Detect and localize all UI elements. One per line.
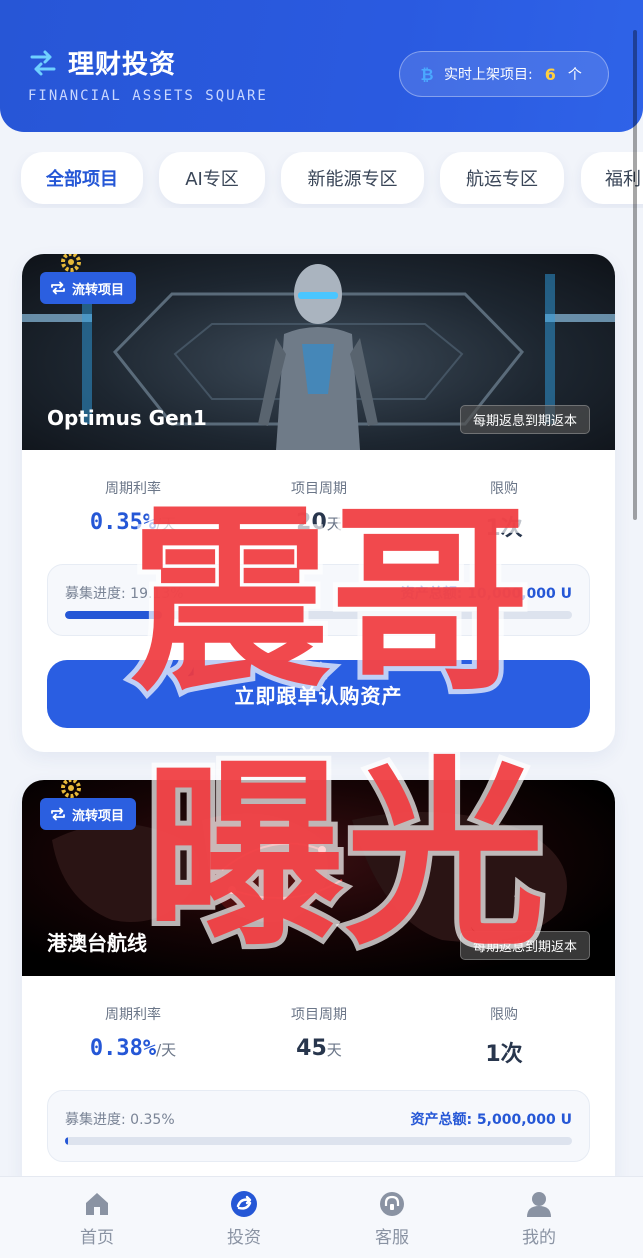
asset-total: 资产总额: 5,000,000 U xyxy=(410,1112,572,1128)
progress-label: 募集进度: 19.13% xyxy=(65,586,184,602)
asset-total: 资产总额: 10,000,000 U xyxy=(400,586,572,602)
user-icon xyxy=(527,1192,551,1217)
limit-stat: 限购 1次 xyxy=(405,478,603,542)
live-projects-count: 6 xyxy=(544,64,556,84)
progress-fill xyxy=(65,1137,69,1145)
nav-home[interactable]: 首页 xyxy=(37,1189,157,1248)
circulation-badge-label: 流转项目 xyxy=(72,282,125,298)
project-stats: 周期利率 0.38%/天 项目周期 45天 限购 1次 xyxy=(22,1004,615,1074)
limit-value: 1次 xyxy=(485,1042,523,1067)
period-stat: 项目周期 45天 xyxy=(220,1004,418,1061)
project-card[interactable]: 流转项目 Optimus Gen1 每期返息到期返本 周期利率 0.35%/天 … xyxy=(22,254,615,752)
brand: 理财投资 xyxy=(28,44,176,81)
rate-unit: /天 xyxy=(156,515,177,533)
project-stats: 周期利率 0.35%/天 项目周期 20天 限购 1次 xyxy=(22,478,615,548)
rate-label: 周期利率 xyxy=(105,481,161,497)
app-subtitle: FINANCIAL ASSETS SQUARE xyxy=(28,88,268,104)
rate-value: 0.35% xyxy=(89,510,157,535)
period-value: 20 xyxy=(296,510,327,535)
svg-text:₿: ₿ xyxy=(420,65,433,83)
rate-stat: 周期利率 0.38%/天 xyxy=(34,1004,232,1061)
period-value-row: 45天 xyxy=(220,1036,418,1061)
support-icon xyxy=(380,1192,404,1216)
limit-stat: 限购 1次 xyxy=(405,1004,603,1068)
tab-shipping-zone[interactable]: 航运专区 xyxy=(440,152,564,204)
rate-stat: 周期利率 0.35%/天 xyxy=(34,478,232,535)
circulation-badge-label: 流转项目 xyxy=(72,808,125,824)
rate-unit: /天 xyxy=(156,1041,177,1059)
tab-ai-zone[interactable]: AI专区 xyxy=(159,152,265,204)
project-card[interactable]: 流转项目 港澳台航线 每期返息到期返本 周期利率 0.38%/天 项目周期 45… xyxy=(22,780,615,1200)
live-projects-pill[interactable]: ₿ 实时上架项目: 6 个 xyxy=(399,51,609,97)
rate-value-row: 0.38%/天 xyxy=(34,1036,232,1061)
nav-invest-label: 投资 xyxy=(227,1228,261,1248)
return-type-badge: 每期返息到期返本 xyxy=(459,931,590,960)
swap-arrows-icon xyxy=(30,50,56,75)
period-value-row: 20天 xyxy=(220,510,418,535)
nav-profile[interactable]: 我的 xyxy=(479,1189,599,1248)
rate-value-row: 0.35%/天 xyxy=(34,510,232,535)
return-type-badge: 每期返息到期返本 xyxy=(459,405,590,434)
route-map-image: 流转项目 港澳台航线 每期返息到期返本 xyxy=(22,780,615,976)
limit-value: 1次 xyxy=(485,516,523,541)
period-stat: 项目周期 20天 xyxy=(220,478,418,535)
progress-panel: 募集进度: 19.13% 资产总额: 10,000,000 U xyxy=(47,564,590,636)
progress-panel: 募集进度: 0.35% 资产总额: 5,000,000 U xyxy=(47,1090,590,1162)
invest-icon xyxy=(231,1191,257,1217)
period-unit: 天 xyxy=(326,515,342,533)
limit-label: 限购 xyxy=(490,481,518,497)
subscribe-button[interactable]: 立即跟单认购资产 xyxy=(47,660,590,728)
nav-support-label: 客服 xyxy=(375,1228,409,1248)
page-scrollbar[interactable] xyxy=(633,30,637,520)
nav-support[interactable]: 客服 xyxy=(332,1189,452,1248)
period-unit: 天 xyxy=(326,1041,342,1059)
nav-profile-label: 我的 xyxy=(522,1228,556,1248)
progress-bar xyxy=(65,611,572,619)
circulation-badge: 流转项目 xyxy=(40,272,137,304)
repeat-icon xyxy=(51,281,65,295)
humanoid-robot-image: 流转项目 Optimus Gen1 每期返息到期返本 xyxy=(22,254,615,450)
bottom-nav: 首页 投资 客服 我的 xyxy=(0,1176,643,1258)
app-header: 理财投资 FINANCIAL ASSETS SQUARE ₿ 实时上架项目: 6… xyxy=(0,0,643,132)
app-title: 理财投资 xyxy=(68,50,177,80)
live-projects-unit: 个 xyxy=(567,67,582,83)
tab-all-projects[interactable]: 全部项目 xyxy=(21,152,143,204)
live-projects-label: 实时上架项目: xyxy=(444,67,533,83)
rate-value: 0.38% xyxy=(89,1036,157,1061)
progress-fill xyxy=(65,611,162,619)
circulation-badge: 流转项目 xyxy=(40,798,137,830)
bitcoin-icon: ₿ xyxy=(420,65,433,83)
repeat-icon xyxy=(51,807,65,821)
rate-label: 周期利率 xyxy=(105,1007,161,1023)
home-icon xyxy=(86,1193,108,1215)
progress-bar xyxy=(65,1137,572,1145)
project-title: Optimus Gen1 xyxy=(47,406,207,430)
nav-invest[interactable]: 投资 xyxy=(184,1189,304,1248)
tab-new-energy-zone[interactable]: 新能源专区 xyxy=(281,152,424,204)
progress-label: 募集进度: 0.35% xyxy=(65,1112,175,1128)
category-tabs: 全部项目 AI专区 新能源专区 航运专区 福利 xyxy=(0,152,643,208)
limit-label: 限购 xyxy=(490,1007,518,1023)
period-value: 45 xyxy=(296,1036,327,1061)
period-label: 项目周期 xyxy=(291,481,347,497)
nav-home-label: 首页 xyxy=(80,1228,114,1248)
project-title: 港澳台航线 xyxy=(47,931,147,955)
period-label: 项目周期 xyxy=(291,1007,347,1023)
